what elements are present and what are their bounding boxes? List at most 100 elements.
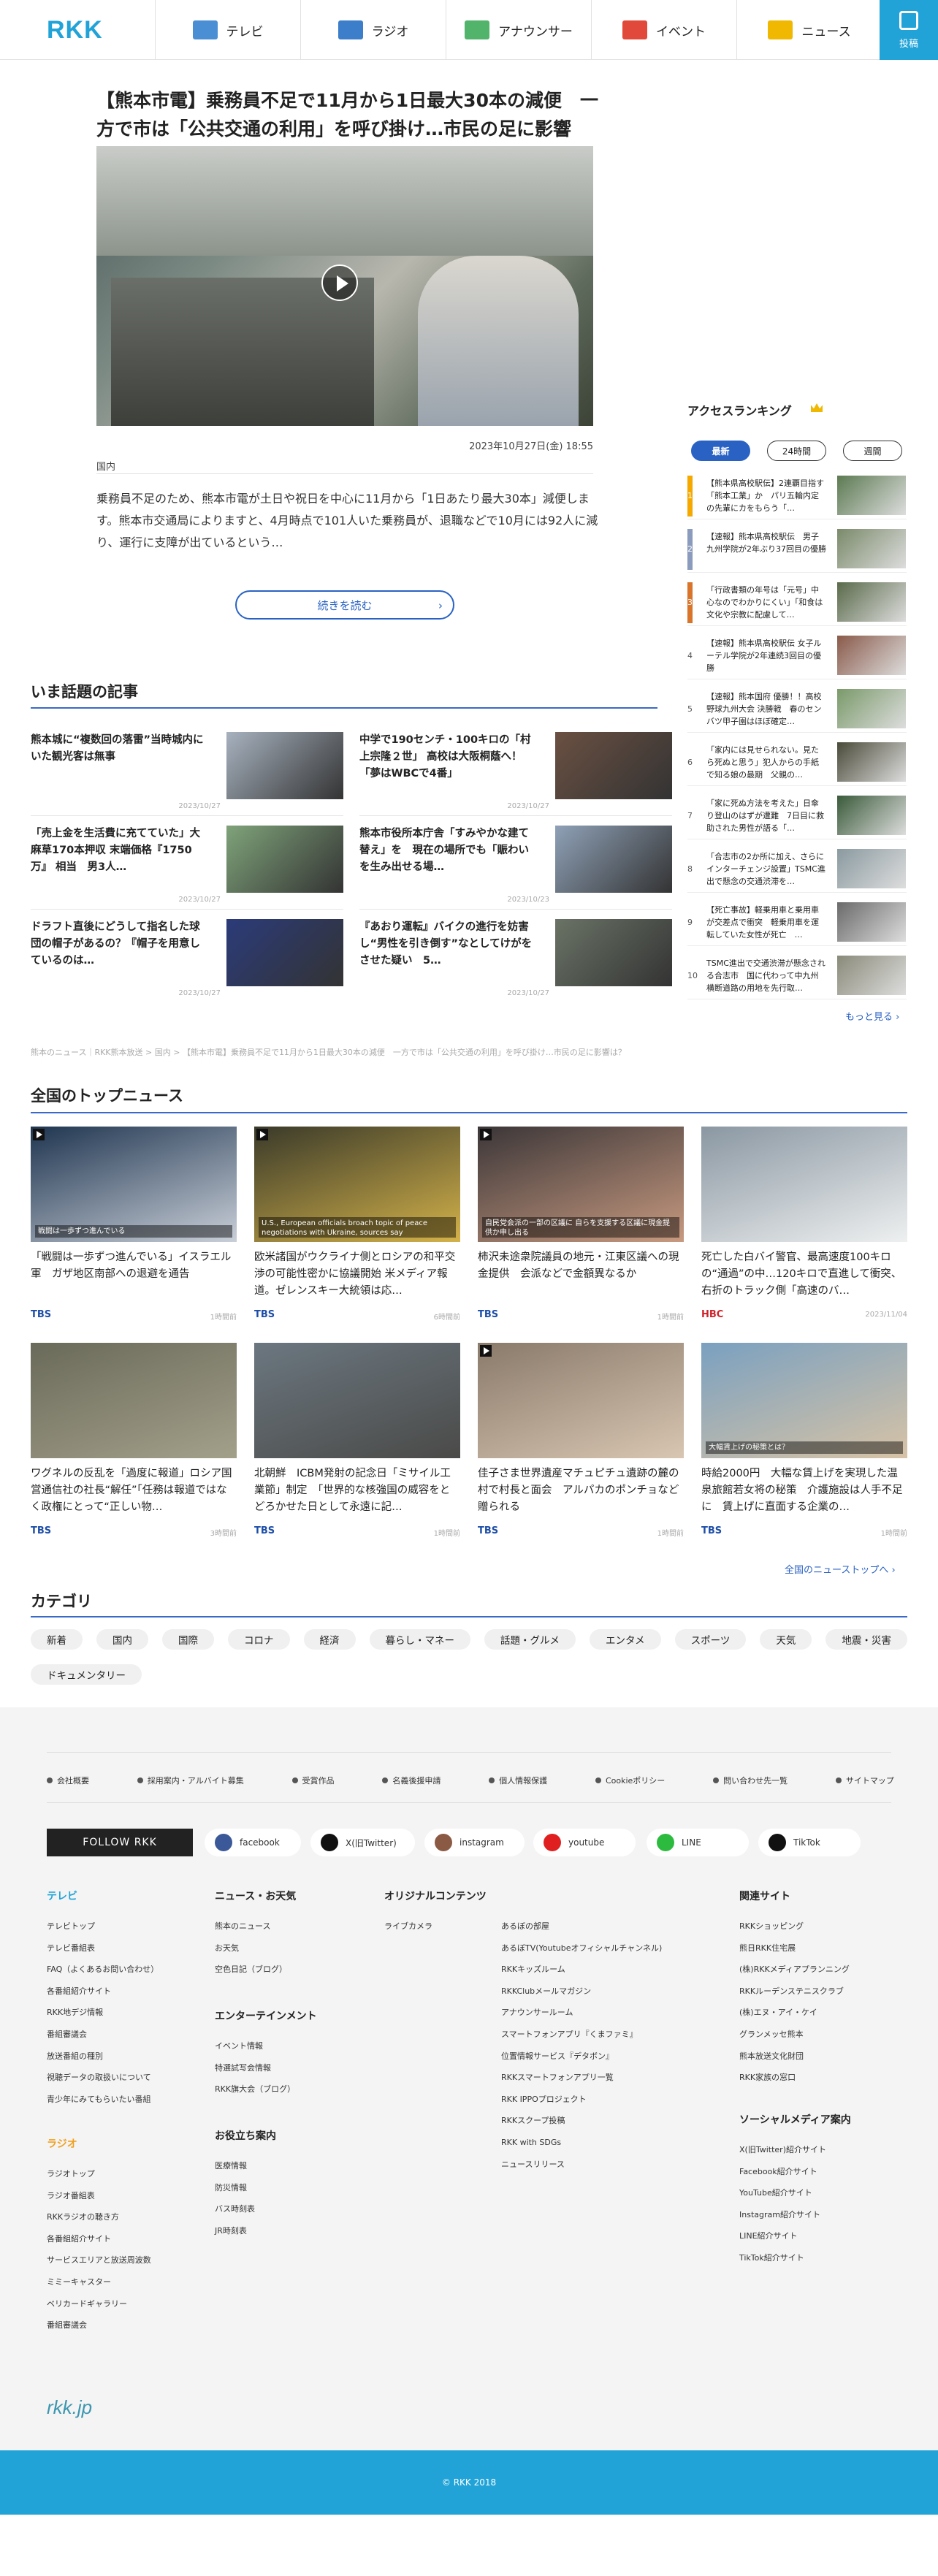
footer-link[interactable]: LINE紹介サイト [739, 2225, 826, 2247]
footer-link[interactable]: RKKClubメールマガジン [501, 1981, 662, 2003]
footer-link[interactable]: X(旧Twitter)紹介サイト [739, 2139, 826, 2161]
sns-youtube-button[interactable]: youtube [533, 1829, 636, 1856]
footer-link[interactable]: サービスエリアと放送周波数 [47, 2249, 151, 2271]
footer-link[interactable]: 防災情報 [215, 2177, 255, 2199]
ranking-item[interactable]: 2 【速報】熊本県高校駅伝 男子九州学院が2年ぶり37回目の優勝 [687, 525, 907, 573]
nav-item-2[interactable]: アナウンサー [446, 0, 591, 60]
nav-item-1[interactable]: ラジオ [300, 0, 446, 60]
sns-tiktok-button[interactable]: TikTok [758, 1829, 861, 1856]
sns-xtwitter-button[interactable]: X(旧Twitter) [310, 1829, 415, 1856]
footer-link[interactable]: あるぼの部屋 [501, 1916, 662, 1937]
category-chip[interactable]: 国内 [96, 1629, 148, 1650]
footer-link[interactable]: イベント情報 [215, 2035, 295, 2057]
footer-link[interactable]: 青少年にみてもらいたい番組 [47, 2089, 159, 2111]
ranking-item[interactable]: 5 【速報】熊本国府 優勝！！高校野球九州大会 決勝戦 春のセンバツ甲子園はほぼ確… [687, 685, 907, 733]
footer-link[interactable]: ライブカメラ [384, 1916, 432, 1937]
footer-link[interactable]: 会社概要 [47, 1775, 89, 1786]
footer-link[interactable]: アナウンサールーム [501, 2002, 662, 2024]
footer-link[interactable]: お天気 [215, 1937, 287, 1959]
top-news-item[interactable]: 佳子さま世界遺産マチュピチュ遺跡の麓の村で村長と面会 アルパカのポンチョなど贈ら… [478, 1343, 684, 1542]
footer-link[interactable]: 熊本放送文化財団 [739, 2046, 850, 2068]
sns-line-button[interactable]: LINE [647, 1829, 749, 1856]
footer-link[interactable]: JR時刻表 [215, 2220, 255, 2242]
category-chip[interactable]: 新着 [31, 1629, 83, 1650]
nav-item-4[interactable]: ニュース [736, 0, 882, 60]
sns-facebook-button[interactable]: facebook [205, 1829, 301, 1856]
footer-link[interactable]: 各番組紹介サイト [47, 1981, 159, 2003]
footer-link[interactable]: Instagram紹介サイト [739, 2204, 826, 2226]
top-news-item[interactable]: 自民党会派の一部の区議に 自らを支援する区議に現金提供か申し出る 柿沢未途衆院議員… [478, 1127, 684, 1325]
footer-link[interactable]: 熊日RKK住宅展 [739, 1937, 850, 1959]
footer-link[interactable]: TikTok紹介サイト [739, 2247, 826, 2269]
footer-link[interactable]: RKK地デジ情報 [47, 2002, 159, 2024]
footer-link[interactable]: 番組審議会 [47, 2024, 159, 2046]
footer-link[interactable]: 視聴データの取扱いについて [47, 2067, 159, 2089]
footer-link[interactable]: RKK IPPOプロジェクト [501, 2089, 662, 2111]
footer-link[interactable]: バス時刻表 [215, 2198, 255, 2220]
tab-weekly[interactable]: 週間 [843, 441, 902, 461]
ranking-item[interactable]: 7 「家に死ぬ方法を考えた」日傘り登山のはずが遭難 7日目に救助された男性が語る「… [687, 791, 907, 839]
footer-link[interactable]: テレビ番組表 [47, 1937, 159, 1959]
nav-item-3[interactable]: イベント [591, 0, 736, 60]
rkk-jp-logo[interactable]: rkk.jp [47, 2396, 92, 2419]
footer-link[interactable]: RKK家族の窓口 [739, 2067, 850, 2089]
post-button[interactable]: 投稿 [880, 0, 938, 60]
footer-link[interactable]: 採用案内・アルバイト募集 [137, 1775, 244, 1786]
ranking-item[interactable]: 3 「行政書類の年号は「元号」中心なのでわかりにくい」「和食は文化や宗教に配慮して… [687, 578, 907, 626]
footer-link[interactable]: 問い合わせ先一覧 [713, 1775, 788, 1786]
footer-link[interactable]: ラジオトップ [47, 2163, 151, 2185]
category-chip[interactable]: 地震・災害 [825, 1629, 907, 1650]
footer-link[interactable]: RKKショッピング [739, 1916, 850, 1937]
footer-link[interactable]: テレビトップ [47, 1916, 159, 1937]
trending-article[interactable]: 中学で190センチ・100キロの「村上宗隆２世」 高校は大阪桐蔭へ！「夢はWBC… [359, 732, 672, 815]
play-icon[interactable] [321, 264, 358, 301]
ranking-more-link[interactable]: もっと見る › [845, 1009, 899, 1023]
breadcrumb[interactable]: 熊本のニュース｜RKK熊本放送 > 国内 > 【熊本市電】乗務員不足で11月から… [31, 1046, 626, 1058]
trending-article[interactable]: 「売上金を生活費に充てていた」大麻草170本押収 末端価格『1750万』 相当 … [31, 826, 343, 909]
footer-link[interactable]: FAQ（よくあるお問い合わせ） [47, 1959, 159, 1981]
footer-link[interactable]: YouTube紹介サイト [739, 2182, 826, 2204]
footer-link[interactable]: Facebook紹介サイト [739, 2161, 826, 2183]
category-chip[interactable]: 天気 [760, 1629, 812, 1650]
footer-link[interactable]: 個人情報保護 [489, 1775, 547, 1786]
footer-link[interactable]: 医療情報 [215, 2155, 255, 2177]
ranking-item[interactable]: 4 【速報】熊本県高校駅伝 女子ルーテル学院が2年連続3回目の優勝 [687, 631, 907, 679]
ranking-item[interactable]: 10 TSMC進出で交通渋滞が懸念される合志市 国に代わって中九州横断道路の用地を… [687, 951, 907, 999]
tab-latest[interactable]: 最新 [691, 441, 750, 461]
article-category[interactable]: 国内 [96, 459, 115, 473]
footer-link[interactable]: 特選試写会情報 [215, 2057, 295, 2079]
category-chip[interactable]: 国際 [162, 1629, 214, 1650]
footer-link[interactable]: サイトマップ [835, 1775, 894, 1786]
category-chip[interactable]: 暮らし・マネー [369, 1629, 470, 1650]
sns-instagram-button[interactable]: instagram [424, 1829, 525, 1856]
footer-link[interactable]: (株)RKKメディアプランニング [739, 1959, 850, 1981]
nav-item-0[interactable]: テレビ [155, 0, 300, 60]
ranking-item[interactable]: 6 「家内には見せられない。見たら死ぬと思う」犯人からの手紙で知る娘の最期 父親の… [687, 738, 907, 786]
rkk-logo[interactable]: RKK [47, 16, 103, 45]
trending-article[interactable]: 熊本市役所本庁舎「すみやかな建て替え」を 現在の場所でも「賑わいを生み出せる場…… [359, 826, 672, 909]
ranking-item[interactable]: 9 【死亡事故】軽乗用車と乗用車が交差点で衝突 軽乗用車を運転していた女性が死亡 … [687, 898, 907, 946]
footer-link[interactable]: ミミーキャスター [47, 2271, 151, 2293]
category-chip[interactable]: コロナ [228, 1629, 290, 1650]
footer-link[interactable]: 各番組紹介サイト [47, 2228, 151, 2250]
trending-article[interactable]: 熊本城に“複数回の落雷”当時城内にいた観光客は無事 2023/10/27 [31, 732, 343, 815]
trending-article[interactable]: 『あおり運転』バイクの進行を妨害し“男性を引き倒す”なとしてけがをさせた疑い 5… [359, 919, 672, 1002]
top-news-more-link[interactable]: 全国のニューストップへ › [785, 1562, 896, 1576]
category-chip[interactable]: 経済 [303, 1629, 356, 1650]
footer-link[interactable]: 空色日記（ブログ） [215, 1959, 287, 1981]
footer-link[interactable]: 番組審議会 [47, 2314, 151, 2336]
footer-link[interactable]: RKKルーデンステニスクラブ [739, 1981, 850, 2003]
tab-24h[interactable]: 24時間 [767, 441, 826, 461]
footer-link[interactable]: 名義後援申請 [382, 1775, 441, 1786]
footer-link[interactable]: 受賞作品 [291, 1775, 335, 1786]
top-news-item[interactable]: 戦闘は一歩ずつ進んでいる 「戦闘は一歩ずつ進んでいる」イスラエル軍 ガザ地区南部へ… [31, 1127, 237, 1325]
footer-link[interactable]: RKKラジオの聴き方 [47, 2206, 151, 2228]
footer-link[interactable]: スマートフォンアプリ『くまファミ』 [501, 2024, 662, 2046]
category-chip[interactable]: スポーツ [674, 1629, 747, 1650]
footer-link[interactable]: 放送番組の種別 [47, 2046, 159, 2068]
top-news-item[interactable]: ワグネルの反乱を「過度に報道」ロシア国営通信社の社長“解任”「任務は報道ではなく… [31, 1343, 237, 1542]
footer-link[interactable]: あるぼTV(Youtubeオフィシャルチャンネル) [501, 1937, 662, 1959]
footer-link[interactable]: (株)エヌ・アイ・ケイ [739, 2002, 850, 2024]
category-chip[interactable]: エンタメ [590, 1629, 661, 1650]
trending-article[interactable]: ドラフト直後にどうして指名した球団の帽子があるの？『帽子を用意しているのは… 20… [31, 919, 343, 1002]
